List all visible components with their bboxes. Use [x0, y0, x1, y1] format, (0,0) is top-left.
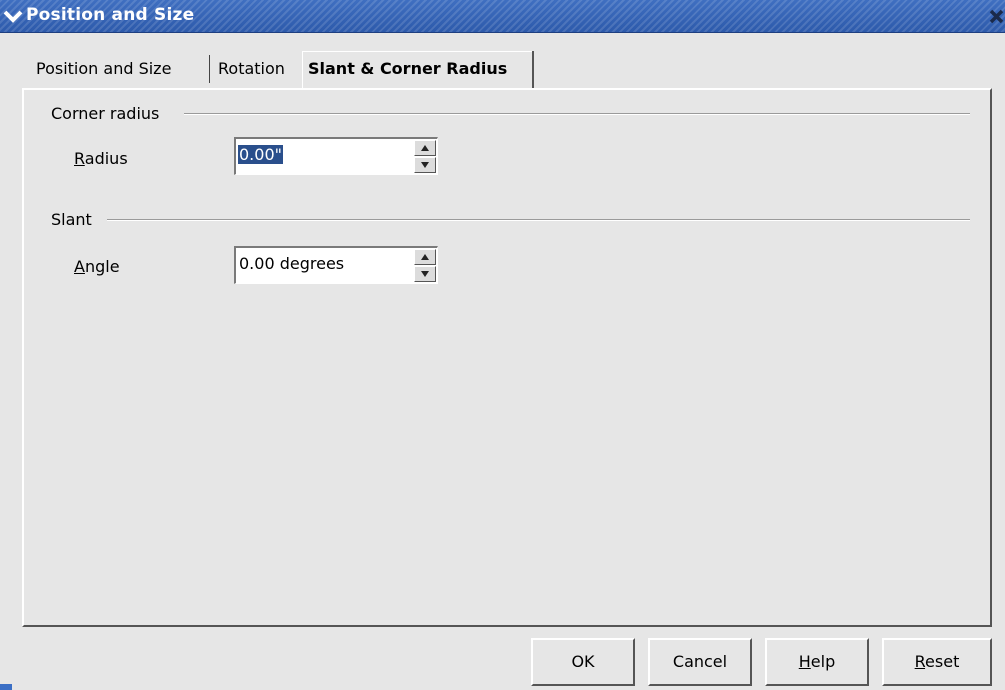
corner-radius-group-label: Corner radius [51, 104, 160, 123]
ok-button[interactable]: OK [531, 638, 635, 686]
radius-input[interactable]: 0.00" [238, 145, 283, 164]
cancel-button[interactable]: Cancel [648, 638, 752, 686]
radius-label-rest: adius [84, 149, 128, 168]
slant-group-label: Slant [51, 210, 92, 229]
radius-decrement-button[interactable] [414, 157, 436, 173]
help-mnemonic: H [798, 652, 811, 671]
tab-slant-corner-radius[interactable]: Slant & Corner Radius [308, 52, 507, 86]
slant-divider [107, 219, 970, 221]
reset-rest: eset [925, 652, 960, 671]
taskbar-edge [0, 684, 12, 690]
radius-spin-buttons [414, 140, 436, 173]
title-bar[interactable]: Position and Size [0, 0, 1005, 33]
angle-decrement-button[interactable] [414, 266, 436, 282]
corner-radius-divider [184, 113, 970, 115]
arrow-up-icon [421, 254, 429, 260]
angle-label-rest: ngle [84, 257, 120, 276]
angle-spinbox[interactable]: 0.00 degrees [234, 246, 438, 284]
tab-position-and-size[interactable]: Position and Size [36, 52, 171, 86]
radius-increment-button[interactable] [414, 140, 436, 156]
tab-divider [209, 55, 210, 83]
radius-label-mnemonic: R [74, 149, 85, 168]
arrow-down-icon [421, 162, 429, 168]
arrow-up-icon [421, 145, 429, 151]
angle-increment-button[interactable] [414, 249, 436, 265]
angle-input[interactable]: 0.00 degrees [238, 254, 345, 273]
window-title: Position and Size [26, 5, 195, 25]
tab-active-border-right [532, 51, 534, 88]
angle-label: Angle [74, 257, 120, 276]
arrow-down-icon [421, 271, 429, 277]
close-icon[interactable] [988, 8, 1005, 25]
angle-label-mnemonic: A [74, 257, 85, 276]
reset-button[interactable]: Reset [882, 638, 992, 686]
tab-panel [22, 88, 992, 627]
tab-active-border-left [302, 51, 303, 88]
angle-spin-buttons [414, 249, 436, 282]
reset-mnemonic: R [914, 652, 926, 671]
chevron-down-icon[interactable] [3, 6, 23, 26]
tab-rotation[interactable]: Rotation [218, 52, 285, 86]
radius-label: Radius [74, 149, 128, 168]
help-button[interactable]: Help [765, 638, 869, 686]
radius-spinbox[interactable]: 0.00" [234, 137, 438, 175]
help-rest: elp [810, 652, 836, 671]
